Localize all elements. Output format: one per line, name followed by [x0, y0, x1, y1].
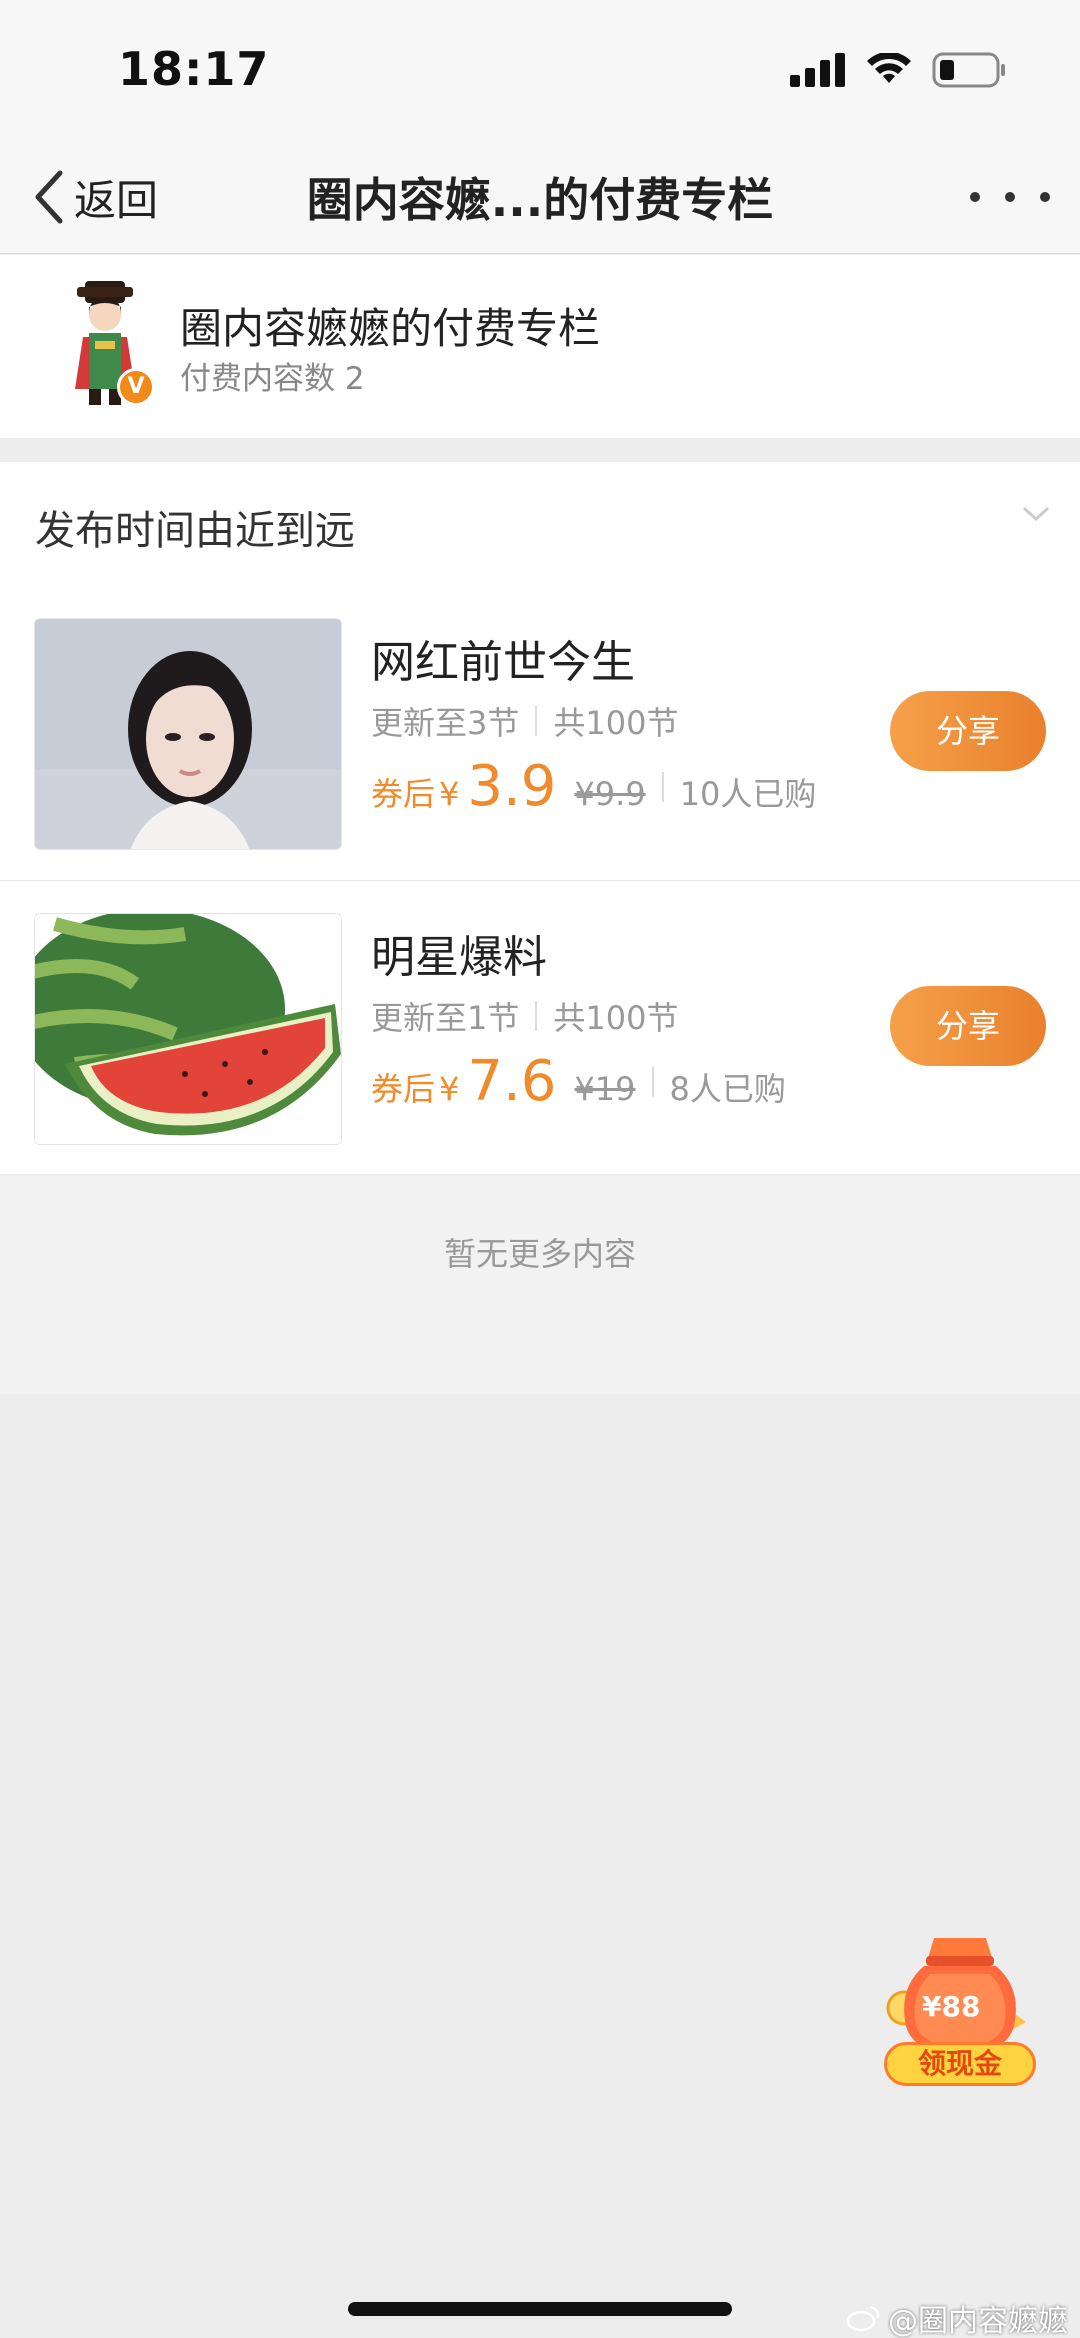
- list-item[interactable]: 明星爆料 更新至1节 共100节 券后 ¥ 7.6 ¥19 8人已购 分享: [0, 880, 1080, 1174]
- divider: [661, 771, 664, 802]
- verified-badge-icon: V: [117, 368, 155, 406]
- page-title: 圈内容嬷...的付费专栏: [306, 173, 774, 227]
- more-dot-icon: [970, 192, 980, 202]
- price-row: 券后 ¥ 3.9 ¥9.9 10人已购: [371, 754, 816, 819]
- original-price: ¥19: [574, 1070, 636, 1108]
- wifi-icon: [867, 53, 911, 83]
- cash-coupon-button[interactable]: ¥88 领现金: [880, 1930, 1040, 2090]
- status-bar: 18:17: [0, 0, 1080, 140]
- sort-dropdown[interactable]: 发布时间由近到远: [0, 462, 1080, 586]
- battery-icon: [932, 52, 1005, 88]
- content-list: 网红前世今生 更新至3节 共100节 券后 ¥ 3.9 ¥9.9 10人已购 分…: [0, 586, 1080, 1174]
- coupon-amount: ¥88: [922, 1990, 981, 2023]
- divider: [535, 1001, 538, 1031]
- item-meta: 更新至1节 共100节: [371, 993, 678, 1039]
- chevron-down-icon: [1023, 507, 1049, 522]
- watermark-text: @圈内容嬷嬷: [888, 2304, 1068, 2338]
- price-currency: ¥: [439, 775, 460, 813]
- home-indicator: [348, 2302, 732, 2316]
- item-thumbnail-watermelon: [34, 913, 342, 1145]
- original-price: ¥9.9: [574, 775, 646, 813]
- price-prefix: 券后: [371, 1070, 436, 1108]
- nav-bar: 返回 圈内容嬷...的付费专栏: [0, 140, 1080, 254]
- price-value: 7.6: [467, 1049, 557, 1114]
- item-title: 网红前世今生: [371, 637, 635, 688]
- divider: [535, 706, 538, 736]
- price-currency: ¥: [439, 1070, 460, 1108]
- status-icons: [790, 52, 1008, 88]
- item-total: 共100节: [553, 704, 679, 742]
- chevron-left-icon: [35, 170, 63, 224]
- column-header[interactable]: 圈内容嬷嬷的付费专栏 付费内容数 2: [0, 255, 1080, 438]
- watermark: @圈内容嬷嬷: [846, 2296, 1068, 2338]
- bought-count: 10人已购: [679, 775, 817, 813]
- status-time: 18:17: [118, 42, 270, 96]
- more-button[interactable]: [970, 162, 1050, 232]
- item-thumbnail-portrait: [34, 618, 342, 850]
- list-footer: 暂无更多内容: [0, 1176, 1080, 1394]
- more-dot-icon: [1005, 192, 1015, 202]
- back-button[interactable]: 返回: [30, 162, 158, 232]
- share-button[interactable]: 分享: [890, 986, 1046, 1066]
- bought-count: 8人已购: [669, 1070, 786, 1108]
- sort-label: 发布时间由近到远: [35, 508, 355, 554]
- item-total: 共100节: [553, 999, 679, 1037]
- list-item[interactable]: 网红前世今生 更新至3节 共100节 券后 ¥ 3.9 ¥9.9 10人已购 分…: [0, 586, 1080, 880]
- weibo-logo-icon: [846, 2305, 880, 2332]
- item-updated: 更新至3节: [371, 704, 520, 742]
- paid-content-count: 付费内容数 2: [180, 361, 365, 397]
- signal-icon: [790, 53, 845, 87]
- more-dot-icon: [1040, 192, 1050, 202]
- item-meta: 更新至3节 共100节: [371, 698, 678, 744]
- coupon-label: 领现金: [884, 2042, 1036, 2086]
- price-row: 券后 ¥ 7.6 ¥19 8人已购: [371, 1049, 786, 1114]
- item-title: 明星爆料: [371, 932, 547, 983]
- item-updated: 更新至1节: [371, 999, 520, 1037]
- no-more-text: 暂无更多内容: [443, 1235, 636, 1273]
- column-title: 圈内容嬷嬷的付费专栏: [180, 304, 601, 353]
- price-value: 3.9: [467, 754, 557, 819]
- price-prefix: 券后: [371, 775, 436, 813]
- back-label: 返回: [74, 175, 159, 225]
- share-button[interactable]: 分享: [890, 691, 1046, 771]
- divider: [651, 1066, 654, 1097]
